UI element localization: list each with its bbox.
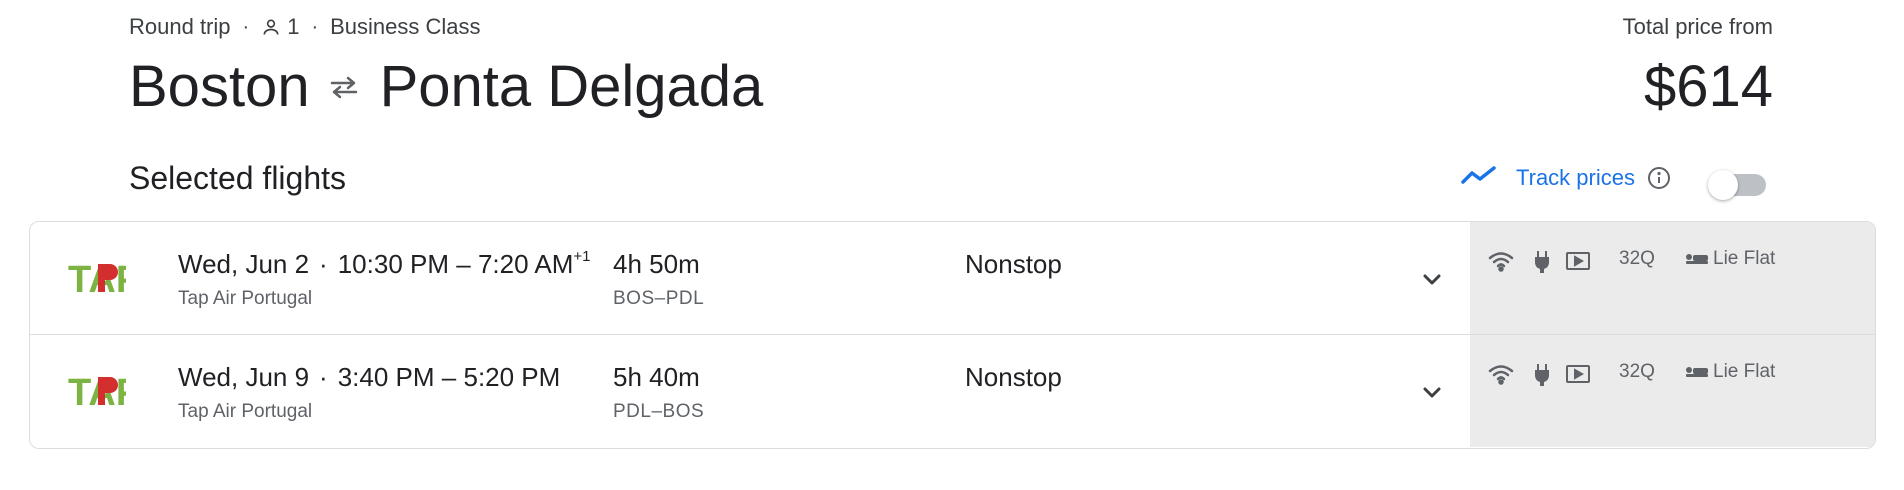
tap-logo: TAP — [68, 369, 141, 414]
trip-type: Round trip — [129, 14, 231, 39]
expand-chevron-icon[interactable] — [1416, 264, 1448, 296]
flight-date: Wed, Jun 9 — [178, 362, 310, 392]
seat-type: Lie Flat — [1685, 248, 1775, 270]
wifi-icon — [1488, 250, 1514, 277]
seat-type-label: Lie Flat — [1713, 361, 1776, 382]
separator-dot: · — [319, 249, 328, 279]
separator-dot: · — [311, 15, 319, 38]
lie-flat-seat-icon — [1685, 251, 1709, 267]
aircraft-code: 32Q — [1619, 361, 1655, 382]
svg-text:TAP: TAP — [68, 259, 126, 298]
info-icon[interactable] — [1647, 166, 1671, 190]
day-offset: +1 — [573, 248, 591, 266]
track-prices[interactable]: Track prices — [1460, 164, 1671, 191]
lie-flat-seat-icon — [1685, 364, 1709, 380]
swap-arrows-icon — [328, 75, 360, 99]
route-title: Boston Ponta Delgada — [129, 52, 763, 122]
arrive-time: 7:20 AM — [477, 249, 574, 279]
track-prices-toggle[interactable] — [1706, 166, 1768, 200]
separator-dot: · — [319, 362, 328, 392]
stops: Nonstop — [965, 362, 1062, 392]
depart-time: 10:30 PM — [337, 249, 450, 279]
airline-name: Tap Air Portugal — [178, 288, 313, 309]
total-price: $614 — [1643, 54, 1773, 119]
depart-time: 3:40 PM — [337, 362, 435, 392]
amenities-panel — [1470, 222, 1875, 334]
trip-summary: Round trip · 1 · Business Class — [129, 14, 481, 40]
airport-codes: BOS–PDL — [613, 288, 705, 309]
price-label: Total price from — [1622, 14, 1773, 39]
video-screen-icon — [1565, 363, 1591, 390]
person-icon — [261, 17, 281, 37]
airport-codes: PDL–BOS — [613, 401, 705, 422]
expand-chevron-icon[interactable] — [1416, 377, 1448, 409]
flight-duration: 5h 40m — [613, 362, 700, 392]
trend-chart-icon — [1460, 164, 1498, 191]
seat-type: Lie Flat — [1685, 361, 1775, 383]
stops: Nonstop — [965, 249, 1062, 279]
arrive-time: 5:20 PM — [463, 362, 561, 392]
origin-city: Boston — [129, 54, 310, 119]
section-title: Selected flights — [129, 160, 347, 196]
passenger-count: 1 — [287, 14, 300, 39]
flight-duration: 4h 50m — [613, 249, 700, 279]
airline-name: Tap Air Portugal — [178, 401, 313, 422]
amenities-panel — [1470, 335, 1875, 447]
flight-row-outbound[interactable]: TAP Wed, Jun 2 · 10:30 PM – 7:20 AM+1 Tap … — [30, 222, 1875, 335]
track-prices-label[interactable]: Track prices — [1516, 165, 1635, 191]
time-dash: – — [441, 362, 457, 392]
tap-logo: TAP — [68, 256, 141, 301]
toggle-knob — [1708, 170, 1738, 200]
separator-dot: · — [242, 15, 250, 38]
power-outlet-icon — [1533, 363, 1551, 392]
flight-row-return[interactable]: TAP Wed, Jun 9 · 3:40 PM – 5:20 PM Tap Air… — [30, 335, 1875, 447]
video-screen-icon — [1565, 250, 1591, 277]
cabin-class: Business Class — [330, 14, 481, 39]
flight-times: Wed, Jun 9 · 3:40 PM – 5:20 PM — [178, 362, 560, 393]
power-outlet-icon — [1533, 250, 1551, 279]
seat-type-label: Lie Flat — [1713, 248, 1776, 269]
flight-times: Wed, Jun 2 · 10:30 PM – 7:20 AM+1 — [178, 248, 591, 280]
aircraft-code: 32Q — [1619, 248, 1655, 269]
destination-city: Ponta Delgada — [379, 54, 764, 119]
wifi-icon — [1488, 363, 1514, 390]
svg-text:TAP: TAP — [68, 372, 126, 411]
time-dash: – — [456, 249, 471, 279]
flight-date: Wed, Jun 2 — [178, 249, 310, 279]
selected-flights-card: TAP Wed, Jun 2 · 10:30 PM – 7:20 AM+1 Tap … — [29, 221, 1876, 449]
